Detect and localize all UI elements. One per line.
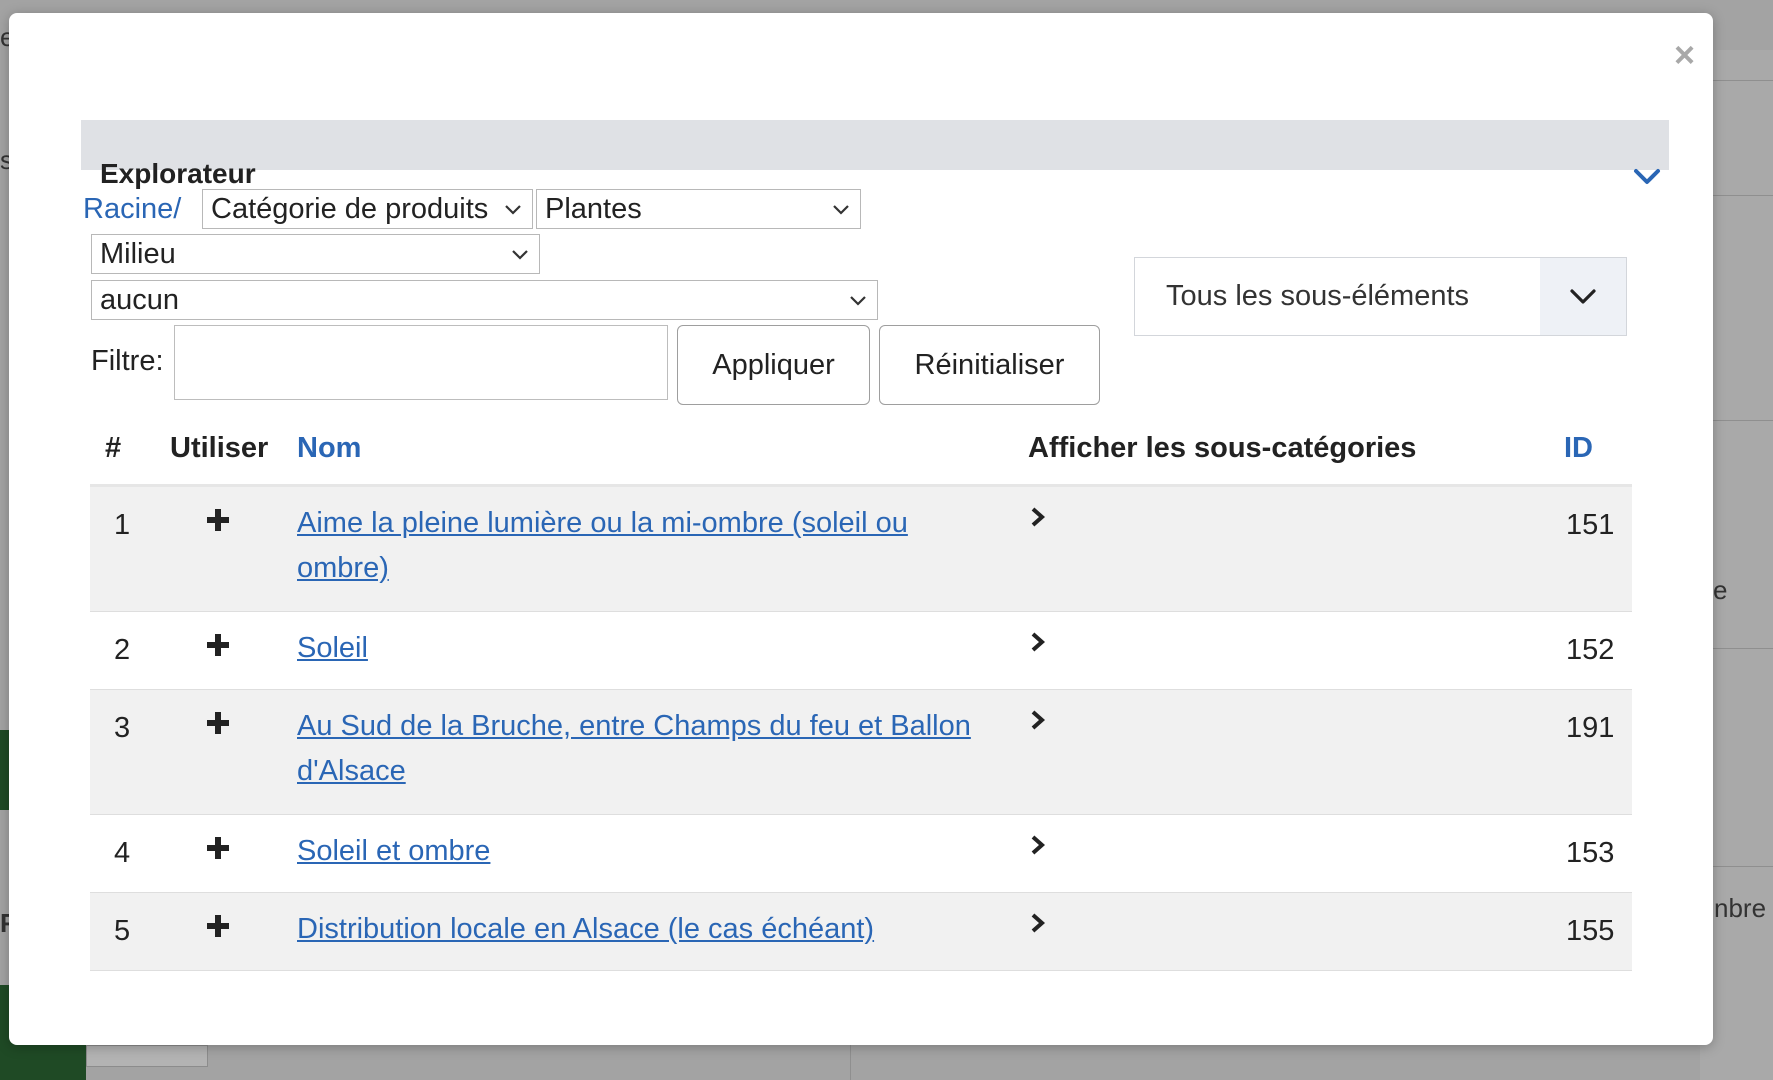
subitems-dropdown-toggle[interactable]	[1540, 258, 1626, 335]
background-divider	[850, 1045, 851, 1080]
category-name-link[interactable]: Aime la pleine lumière ou la mi-ombre (s…	[297, 501, 997, 591]
category-table: # Utiliser Nom Afficher les sous-catégor…	[90, 420, 1632, 998]
category-select[interactable]: Catégorie de produits	[202, 189, 533, 229]
category-name-link[interactable]: Distribution locale en Alsace (le cas éc…	[297, 907, 997, 952]
plantes-select[interactable]: Plantes	[536, 189, 861, 229]
category-select-value: Catégorie de produits	[211, 193, 489, 225]
row-id: 151	[1566, 509, 1615, 541]
row-id: 191	[1566, 712, 1615, 744]
plus-icon[interactable]	[205, 913, 231, 939]
column-header-use: Utiliser	[170, 432, 269, 464]
background-green-block	[0, 730, 9, 810]
category-name-link[interactable]: Soleil et ombre	[297, 829, 997, 874]
table-row: 1 Aime la pleine lumière ou la mi-ombre (…	[90, 487, 1632, 612]
filter-input[interactable]	[174, 325, 668, 400]
chevron-down-icon[interactable]	[1630, 160, 1664, 194]
chevron-down-icon	[505, 205, 521, 215]
chevron-right-icon[interactable]	[1028, 911, 1048, 935]
reset-button[interactable]: Réinitialiser	[879, 325, 1100, 405]
column-header-id[interactable]: ID	[1564, 432, 1593, 465]
row-number: 5	[114, 915, 131, 947]
chevron-right-icon[interactable]	[1028, 833, 1048, 857]
row-number: 4	[114, 837, 131, 869]
column-header-number: #	[105, 432, 122, 464]
plus-icon[interactable]	[205, 507, 231, 533]
aucun-select[interactable]: aucun	[91, 280, 878, 320]
background-divider	[1713, 866, 1773, 867]
chevron-right-icon[interactable]	[1028, 708, 1048, 732]
breadcrumb-root-link[interactable]: Racine/	[83, 193, 181, 226]
plantes-select-value: Plantes	[545, 193, 642, 225]
chevron-down-icon	[512, 250, 528, 260]
filter-label: Filtre:	[91, 345, 164, 377]
background-divider	[1713, 195, 1773, 196]
milieu-select[interactable]: Milieu	[91, 234, 540, 274]
aucun-select-value: aucun	[100, 284, 180, 316]
table-row: 2 Soleil 152	[90, 612, 1632, 690]
background-divider	[1713, 420, 1773, 421]
background-divider	[1713, 648, 1773, 649]
row-id: 152	[1566, 634, 1615, 666]
close-icon[interactable]: ×	[1674, 37, 1695, 73]
column-header-show-subcategories: Afficher les sous-catégories	[1028, 432, 1417, 464]
apply-button[interactable]: Appliquer	[677, 325, 870, 405]
milieu-select-value: Milieu	[100, 238, 176, 270]
column-header-name[interactable]: Nom	[297, 432, 361, 465]
chevron-down-icon	[850, 296, 866, 306]
subitems-dropdown[interactable]: Tous les sous-éléments	[1134, 257, 1627, 336]
background-text: e	[1713, 575, 1728, 605]
chevron-right-icon[interactable]	[1028, 630, 1048, 654]
explorer-panel-header[interactable]	[81, 120, 1669, 170]
subitems-dropdown-value: Tous les sous-éléments	[1166, 280, 1470, 312]
panel-title: Explorateur	[100, 158, 256, 189]
row-number: 3	[114, 712, 131, 744]
background-button	[86, 1045, 208, 1067]
chevron-right-icon[interactable]	[1028, 505, 1048, 529]
row-id: 155	[1566, 915, 1615, 947]
plus-icon[interactable]	[205, 632, 231, 658]
category-name-link[interactable]: Soleil	[297, 626, 997, 671]
table-row: 4 Soleil et ombre 153	[90, 815, 1632, 893]
row-number: 2	[114, 634, 131, 666]
table-row: 5 Distribution locale en Alsace (le cas é…	[90, 893, 1632, 971]
row-number: 1	[114, 509, 131, 541]
background-divider	[1713, 80, 1773, 81]
chevron-down-icon	[833, 205, 849, 215]
plus-icon[interactable]	[205, 710, 231, 736]
chevron-down-icon	[1570, 289, 1596, 304]
background-text: nbre	[1714, 893, 1767, 923]
category-name-link[interactable]: Au Sud de la Bruche, entre Champs du feu…	[297, 704, 997, 794]
plus-icon[interactable]	[205, 835, 231, 861]
table-row: 3 Au Sud de la Bruche, entre Champs du fe…	[90, 690, 1632, 815]
row-id: 153	[1566, 837, 1615, 869]
